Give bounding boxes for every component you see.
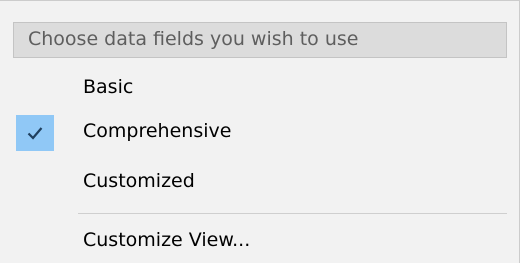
menu-header-label: Choose data fields you wish to use	[28, 28, 359, 50]
menu-item-label: Basic	[83, 76, 134, 98]
menu-item-comprehensive[interactable]: Comprehensive	[13, 111, 507, 155]
menu-item-basic[interactable]: Basic	[13, 67, 507, 111]
menu-separator	[78, 213, 507, 214]
checkmark-icon	[27, 127, 43, 140]
menu-item-label: Customized	[83, 170, 195, 192]
menu-item-label: Comprehensive	[83, 120, 232, 142]
menu-item-label: Customize View...	[83, 229, 251, 251]
menu-item-customized[interactable]: Customized	[13, 161, 507, 205]
context-menu: Choose data fields you wish to use Basic…	[0, 0, 520, 263]
check-indicator	[16, 115, 54, 151]
menu-item-customize-view[interactable]: Customize View...	[13, 220, 507, 264]
menu-header: Choose data fields you wish to use	[13, 22, 507, 58]
